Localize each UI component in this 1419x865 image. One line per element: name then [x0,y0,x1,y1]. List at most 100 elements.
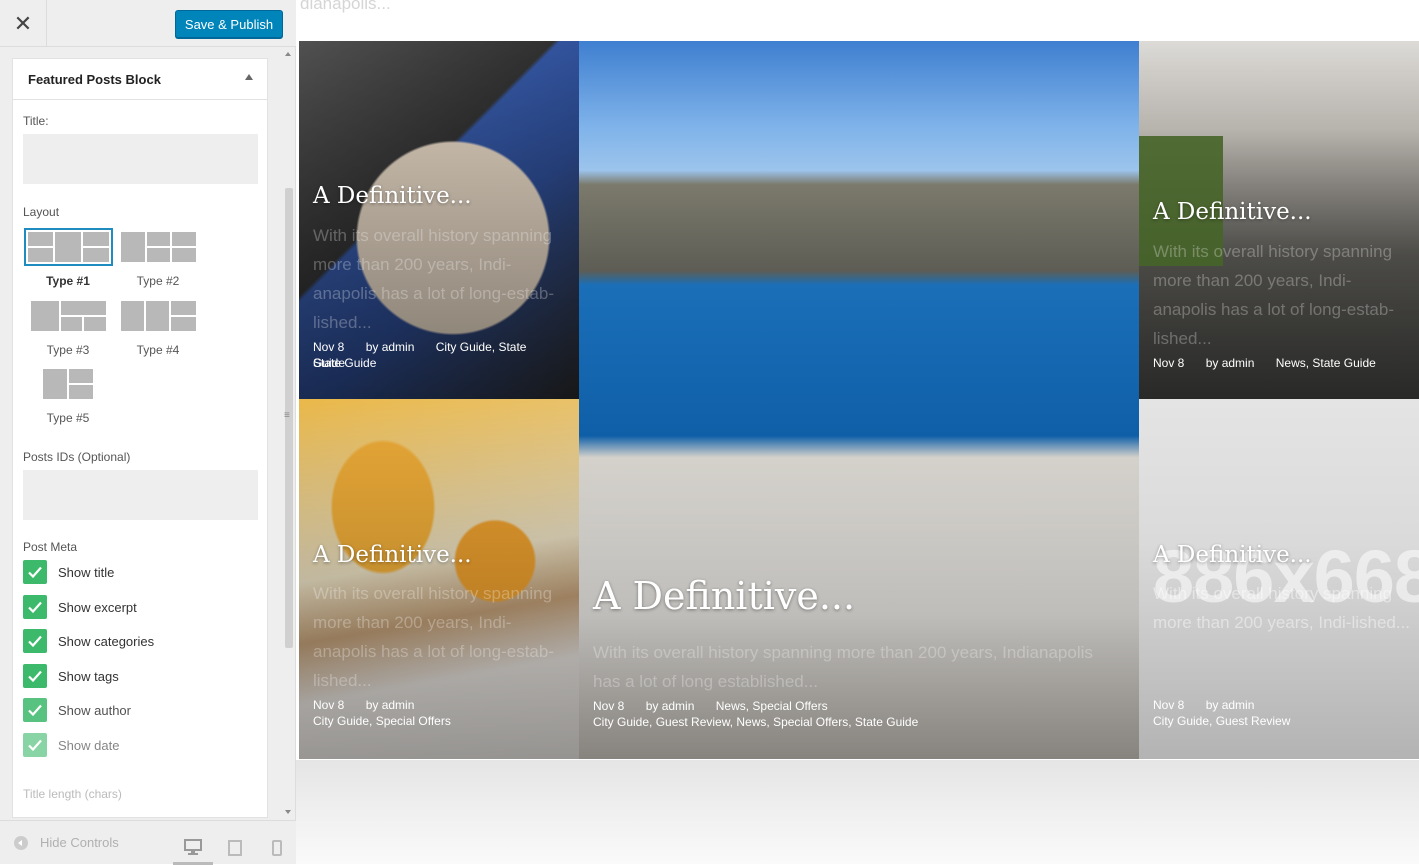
show-excerpt-checkbox[interactable]: Show excerpt [23,594,137,620]
layout-thumb-icon [117,228,200,266]
layout-option-type-4[interactable]: Type #4 [113,297,203,357]
layout-label: Layout [23,205,60,219]
layout-option-type-2[interactable]: Type #2 [113,228,203,288]
checkbox-label: Show categories [58,633,155,649]
post-title[interactable]: A Definitive... [1153,542,1312,568]
post-title[interactable]: A Definitive... [1153,199,1312,225]
post-categories-line[interactable]: State Guide [313,355,376,371]
post-title[interactable]: A Definitive... [593,574,855,618]
post-excerpt: With its overall history spanning more t… [313,226,554,332]
layout-option-type-1[interactable]: Type #1 [23,228,113,288]
preview-footer-area [296,760,1419,864]
layout-name: Type #1 [46,274,90,288]
resize-handle-icon[interactable]: ≡ [284,410,290,421]
save-publish-button[interactable]: Save & Publish [175,10,283,38]
preview-top-text: dianapolis... [300,0,391,13]
title-field[interactable] [23,134,258,184]
customizer-header: ✕ Save & Publish [0,0,296,47]
checkmark-icon [23,664,47,688]
checkbox-label: Show excerpt [58,599,137,615]
checkmark-icon [23,733,47,757]
post-date: Nov 8 [1153,698,1185,712]
layout-option-type-3[interactable]: Type #3 [23,297,113,357]
post-author[interactable]: by admin [366,698,415,712]
layout-thumb-icon [23,228,113,266]
post-meta: Nov 8 by admin News, Special Offers [593,698,846,714]
layout-name: Type #2 [136,274,180,288]
close-icon: ✕ [13,10,33,36]
tablet-preview-button[interactable] [215,831,255,865]
panel-body: Title: Layout Type #1 Type #2 Type #3 Ty… [12,100,268,818]
post-meta-label: Post Meta [23,540,78,554]
scroll-up-icon[interactable] [285,52,291,56]
checkmark-icon [23,629,47,653]
hide-controls-label: Hide Controls [40,835,119,850]
post-date: Nov 8 [1153,356,1185,370]
checkmark-icon [23,698,47,722]
customizer-sidebar: ✕ Save & Publish Featured Posts Block Ti… [0,0,297,865]
close-button[interactable]: ✕ [0,0,47,47]
layout-name: Type #3 [46,343,90,357]
post-categories-line[interactable]: City Guide, Guest Review, News, Special … [593,714,918,730]
post-excerpt: With its overall history spanning more t… [1153,242,1394,348]
mobile-icon [272,840,282,856]
featured-posts-panel: Featured Posts Block Title: Layout Type … [12,58,268,818]
post-excerpt: With its overall history spanning more t… [593,643,1093,691]
layout-thumb-icon [27,297,110,335]
section-header[interactable]: Featured Posts Block [12,58,268,100]
post-author[interactable]: by admin [366,340,415,354]
post-author[interactable]: by admin [1206,698,1255,712]
checkmark-icon [23,595,47,619]
layout-name: Type #4 [136,343,180,357]
featured-post-card[interactable]: 886x668 A Definitive... With its overall… [1139,399,1419,759]
post-categories-line[interactable]: City Guide, Guest Review [1153,713,1290,729]
checkbox-label: Show author [58,702,131,718]
show-author-checkbox[interactable]: Show author [23,697,131,723]
collapse-icon [14,835,28,850]
tablet-icon [228,840,242,856]
post-excerpt: With its overall history spanning more t… [1153,584,1411,632]
title-length-label: Title length (chars) [23,787,122,801]
featured-post-card[interactable]: A Definitive... With its overall history… [299,41,579,399]
customizer-footer: Hide Controls [0,820,297,865]
title-label: Title: [23,114,49,128]
section-title: Featured Posts Block [28,71,161,87]
posts-ids-field[interactable] [23,470,258,520]
hide-controls-button[interactable]: Hide Controls [14,835,119,850]
layout-thumb-icon [117,297,200,335]
featured-post-card[interactable]: A Definitive... With its overall history… [299,399,579,759]
show-categories-checkbox[interactable]: Show categories [23,628,154,654]
post-categories[interactable]: News, State Guide [1276,356,1376,370]
collapse-arrow-icon[interactable] [245,74,253,80]
post-title[interactable]: A Definitive... [313,542,472,568]
post-date: Nov 8 [313,340,345,354]
desktop-preview-button[interactable] [173,831,213,865]
show-date-checkbox[interactable]: Show date [23,732,119,758]
posts-ids-label: Posts IDs (Optional) [23,450,131,464]
featured-post-card[interactable]: A Definitive... With its overall history… [1139,41,1419,399]
post-meta: Nov 8 by admin [1153,697,1272,713]
post-categories-line[interactable]: City Guide, Special Offers [313,713,451,729]
layout-option-type-5[interactable]: Type #5 [23,365,113,425]
mobile-preview-button[interactable] [257,831,297,865]
checkbox-label: Show tags [58,668,119,684]
sidebar-scrollbar[interactable] [282,48,296,820]
show-tags-checkbox[interactable]: Show tags [23,663,119,689]
post-excerpt: With its overall history spanning more t… [313,584,554,690]
post-meta: Nov 8 by admin [313,697,432,713]
scroll-down-icon[interactable] [285,810,291,814]
show-title-checkbox[interactable]: Show title [23,559,114,585]
layout-thumb-icon [39,365,97,403]
post-date: Nov 8 [593,699,625,713]
site-preview: dianapolis... A Definitive... With its o… [296,0,1419,864]
checkbox-label: Show title [58,564,115,580]
post-author[interactable]: by admin [646,699,695,713]
post-author[interactable]: by admin [1206,356,1255,370]
post-title[interactable]: A Definitive... [313,183,472,209]
layout-name: Type #5 [46,411,90,425]
post-date: Nov 8 [313,698,345,712]
post-categories[interactable]: News, Special Offers [716,699,828,713]
desktop-icon [184,838,202,855]
featured-post-card[interactable]: A Definitive... With its overall history… [579,41,1139,759]
checkbox-label: Show date [58,737,120,753]
